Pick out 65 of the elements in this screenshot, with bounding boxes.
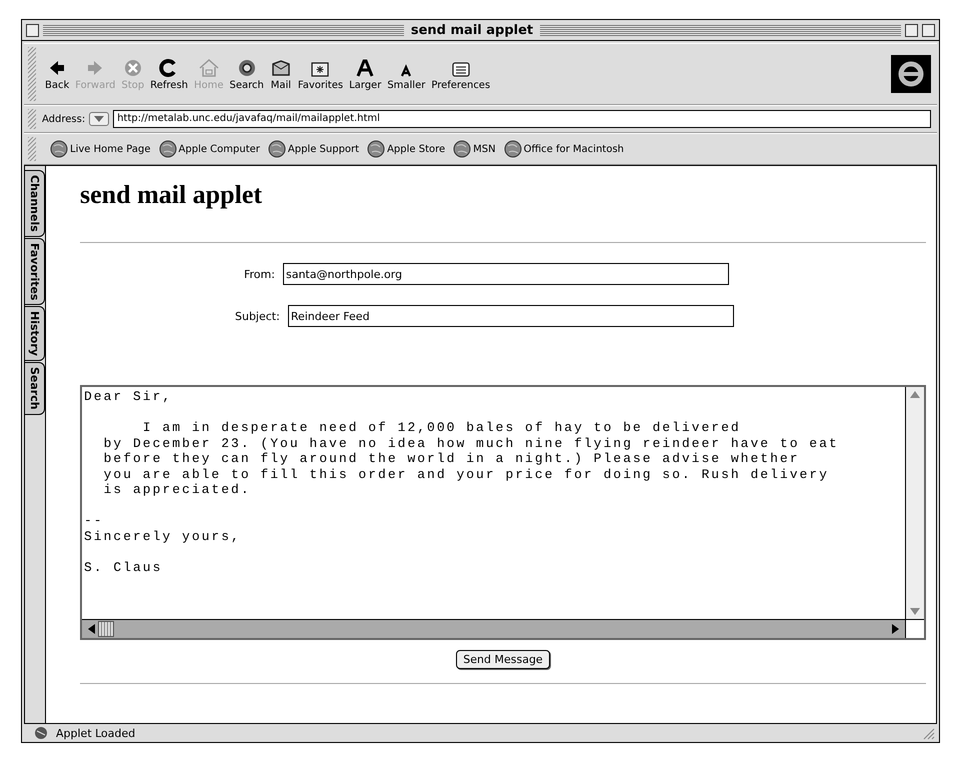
side-tab[interactable]: Search xyxy=(25,362,45,415)
globe-icon xyxy=(268,140,286,158)
zoom-box[interactable] xyxy=(905,24,918,36)
toolbar-button[interactable]: Back xyxy=(42,58,72,90)
toolbar-button[interactable]: Favorites xyxy=(294,58,346,90)
toolbar-button[interactable]: Preferences xyxy=(428,58,494,90)
favorite-link[interactable]: Apple Support xyxy=(268,140,360,158)
close-box[interactable] xyxy=(26,24,39,36)
text-field[interactable]: Reindeer Feed xyxy=(288,305,734,327)
favorite-link[interactable]: Live Home Page xyxy=(50,140,151,158)
send-message-button[interactable]: Send Message xyxy=(456,650,550,669)
browser-logo-icon xyxy=(891,55,931,93)
caret-icon xyxy=(94,116,104,122)
message-line: Dear Sir, xyxy=(84,389,174,404)
window-title: send mail applet xyxy=(410,22,534,38)
scroll-right-arrow-icon[interactable] xyxy=(892,624,899,634)
field-label: Subject: xyxy=(235,310,280,322)
scroll-left-arrow-icon[interactable] xyxy=(88,624,95,634)
message-line: before they can fly around the world in a night.) Please advise whether xyxy=(102,451,800,466)
side-tab[interactable]: History xyxy=(25,306,45,362)
field-label: From: xyxy=(244,268,275,280)
message-line: I am in desperate need of 12,000 bales of hay to be delivered xyxy=(142,420,742,436)
favorite-link[interactable]: Office for Macintosh xyxy=(504,140,624,158)
toolbar-grip[interactable] xyxy=(28,137,36,161)
message-line: Sincerely yours, xyxy=(84,528,242,544)
page-heading: send mail applet xyxy=(80,180,264,210)
collapse-box[interactable] xyxy=(922,24,935,36)
globe-icon xyxy=(453,140,472,158)
scroll-thumb[interactable] xyxy=(98,621,114,637)
toolbar-grip[interactable] xyxy=(28,47,36,101)
home-icon xyxy=(198,58,220,78)
favorite-link[interactable]: MSN xyxy=(453,140,496,158)
favorite-link[interactable]: Apple Computer xyxy=(158,140,260,158)
toolbar-grip[interactable] xyxy=(28,109,36,129)
toolbar-button[interactable]: Search xyxy=(226,58,267,90)
address-dropdown-button[interactable] xyxy=(89,112,110,126)
status-text: Applet Loaded xyxy=(56,726,136,740)
toolbar-button[interactable]: Mail xyxy=(266,58,295,90)
resize-grip-icon[interactable] xyxy=(921,726,935,740)
address-label: Address: xyxy=(42,114,86,124)
message-text-area[interactable] xyxy=(80,385,926,640)
globe-icon xyxy=(50,140,68,158)
side-tab[interactable]: Favorites xyxy=(25,238,45,306)
toolbar-button[interactable]: Smaller xyxy=(384,58,428,90)
toolbar-button[interactable]: Larger xyxy=(346,58,384,90)
globe-icon xyxy=(367,140,386,158)
message-line: S. Claus xyxy=(84,560,164,575)
message-line: you are able to fill this order and your price for doing so. Rush delivery xyxy=(102,466,830,482)
vertical-scrollbar[interactable] xyxy=(905,387,924,619)
text-field[interactable]: santa@northpole.org xyxy=(282,263,729,285)
message-line: -- xyxy=(84,513,105,528)
globe-icon xyxy=(158,140,177,158)
globe-icon xyxy=(504,140,522,158)
horizontal-scrollbar[interactable] xyxy=(82,620,905,638)
larger-icon xyxy=(354,58,376,78)
message-line: by December 23. (You have no idea how much nine flying reindeer have to eat xyxy=(102,436,840,451)
side-tab[interactable]: Channels xyxy=(25,170,45,237)
mail-icon xyxy=(270,58,292,78)
toolbar-button[interactable]: Refresh xyxy=(147,58,191,90)
scroll-down-arrow-icon[interactable] xyxy=(910,608,920,615)
message-line: is appreciated. xyxy=(102,482,252,498)
address-field[interactable]: http://metalab.unc.edu/javafaq/mail/mailapplet.html xyxy=(113,110,931,128)
scroll-up-arrow-icon[interactable] xyxy=(910,391,920,398)
favorite-link[interactable]: Apple Store xyxy=(367,140,446,158)
globe-icon xyxy=(34,726,50,740)
